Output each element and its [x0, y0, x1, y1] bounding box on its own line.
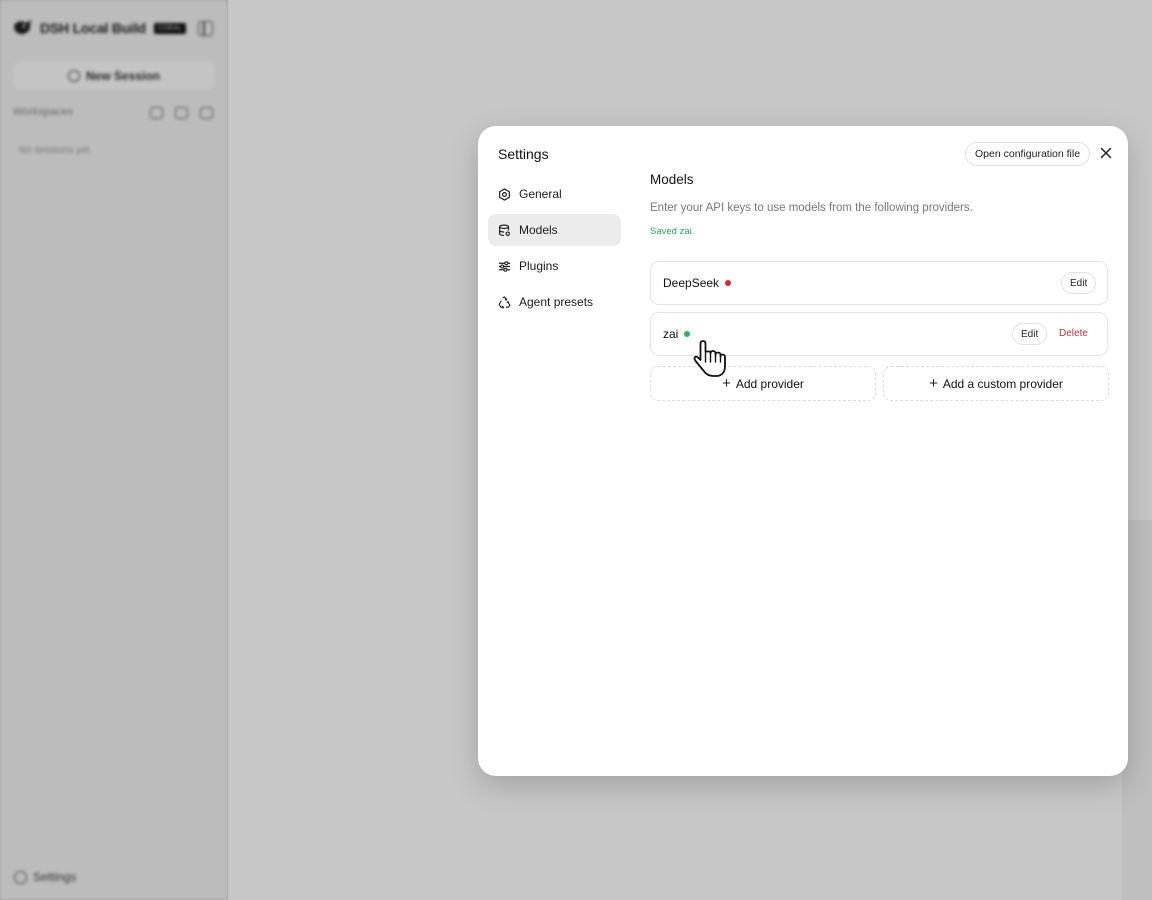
add-custom-provider-button[interactable]: + Add a custom provider: [883, 366, 1109, 401]
open-configuration-file-button[interactable]: Open configuration file: [965, 142, 1091, 166]
delete-button[interactable]: Delete: [1059, 328, 1088, 339]
models-panel: Models Enter your API keys to use models…: [650, 172, 1110, 237]
plus-icon: +: [929, 375, 938, 392]
saved-message: Saved zai.: [650, 226, 695, 237]
provider-row-zai: zai Edit Delete: [650, 312, 1108, 356]
models-title: Models: [650, 172, 694, 187]
database-icon: [498, 224, 510, 236]
provider-name: zai: [663, 327, 691, 341]
nav-item-general[interactable]: General: [488, 178, 621, 210]
edit-button[interactable]: Edit: [1012, 323, 1048, 345]
gear-icon: [499, 187, 510, 201]
nav-item-agent-presets[interactable]: Agent presets: [488, 286, 621, 318]
status-dot-icon: [684, 331, 691, 337]
provider-row-deepseek: DeepSeek Edit: [650, 261, 1108, 305]
modal-title: Settings: [498, 146, 549, 162]
sliders-icon: [498, 260, 511, 272]
status-dot-icon: [725, 280, 732, 286]
nav-item-plugins[interactable]: Plugins: [488, 250, 621, 282]
provider-label: zai: [663, 327, 679, 341]
add-custom-provider-label: Add a custom provider: [942, 376, 1063, 391]
close-icon[interactable]: [1097, 144, 1115, 162]
add-provider-button[interactable]: + Add provider: [650, 366, 876, 401]
settings-nav: General Models Plugins Agent presets: [488, 178, 621, 322]
nav-item-models[interactable]: Models: [488, 214, 621, 246]
plus-icon: +: [722, 375, 731, 392]
recycle-icon: [498, 295, 511, 309]
models-description: Enter your API keys to use models from t…: [650, 202, 973, 214]
provider-label: DeepSeek: [663, 276, 720, 290]
nav-label-general: General: [519, 187, 562, 201]
nav-label-models: Models: [519, 223, 558, 237]
edit-button[interactable]: Edit: [1061, 272, 1097, 294]
provider-name: DeepSeek: [663, 276, 732, 290]
nav-label-agent-presets: Agent presets: [519, 295, 594, 309]
settings-modal: Settings Open configuration file General…: [478, 126, 1128, 776]
add-provider-label: Add provider: [735, 376, 804, 391]
nav-label-plugins: Plugins: [519, 259, 559, 273]
